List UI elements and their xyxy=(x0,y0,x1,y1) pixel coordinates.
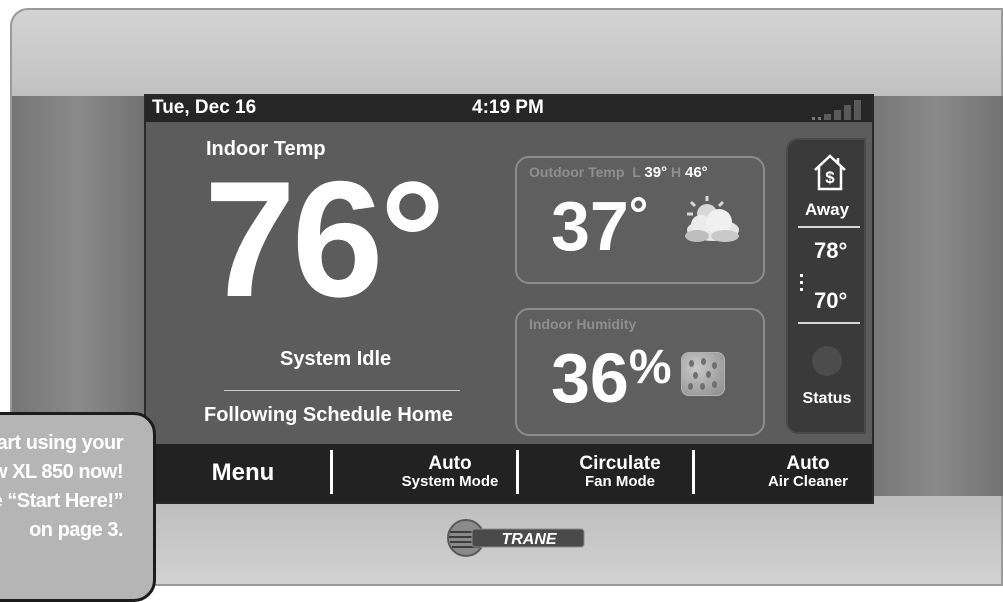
humidity-number: 36 xyxy=(551,339,629,417)
setpoint-dots xyxy=(800,274,803,295)
callout-line: w XL 850 now! xyxy=(0,461,124,483)
outdoor-temp-card[interactable]: Outdoor Temp L 39° H 46° 37° xyxy=(515,156,765,284)
house-dollar-icon[interactable]: $ xyxy=(812,152,848,192)
outdoor-high: 46° xyxy=(684,164,708,181)
heat-setpoint[interactable]: 70° xyxy=(814,288,847,314)
air-cleaner-button[interactable]: Auto Air Cleaner xyxy=(750,444,866,502)
outdoor-temp-title: Outdoor Temp L 39° H 46° xyxy=(529,164,708,181)
date-display: Tue, Dec 16 xyxy=(152,97,257,118)
outdoor-temp-number: 37 xyxy=(551,187,629,265)
thermostat-screen: Tue, Dec 16 4:19 PM Indoor Temp 76° Syst… xyxy=(144,94,874,504)
humidity-drops-icon xyxy=(681,352,725,396)
fan-mode-value: Circulate xyxy=(579,453,661,474)
bottom-bar-separator xyxy=(692,450,695,494)
humidity-value: 36% xyxy=(551,338,672,418)
away-mode-label[interactable]: Away xyxy=(788,200,866,220)
status-bar: Tue, Dec 16 4:19 PM xyxy=(146,96,872,122)
outdoor-temp-value: 37° xyxy=(551,186,648,266)
bottom-bar-separator xyxy=(516,450,519,494)
brand-name: TRANE xyxy=(501,531,557,548)
menu-button[interactable]: Menu xyxy=(168,444,318,502)
fan-mode-label: Fan Mode xyxy=(585,473,655,490)
bottom-bar-separator xyxy=(330,450,333,494)
sidebar-divider xyxy=(798,226,860,228)
callout-line: on page 3. xyxy=(29,519,123,541)
schedule-status[interactable]: Following Schedule Home xyxy=(204,404,453,427)
trane-logo: TRANE xyxy=(447,519,585,557)
status-label[interactable]: Status xyxy=(788,390,866,408)
bottom-bar: Menu Auto System Mode Circulate Fan Mode… xyxy=(146,444,872,502)
outdoor-degree: ° xyxy=(628,189,649,242)
air-cleaner-value: Auto xyxy=(786,453,830,474)
time-display: 4:19 PM xyxy=(472,97,544,118)
callout-line: art using your xyxy=(0,432,124,454)
system-mode-value: Auto xyxy=(428,453,472,474)
indoor-temp-value: 76° xyxy=(204,147,446,331)
right-bezel-panel xyxy=(870,96,1003,496)
start-here-callout: art using your w XL 850 now! e “Start He… xyxy=(0,412,156,602)
high-prefix: H xyxy=(670,164,682,180)
humidity-unit: % xyxy=(628,341,672,394)
low-prefix: L xyxy=(632,164,641,180)
air-cleaner-label: Air Cleaner xyxy=(767,473,849,490)
outdoor-low: 39° xyxy=(644,164,668,181)
system-mode-button[interactable]: Auto System Mode xyxy=(382,444,518,502)
signal-bars-icon xyxy=(812,100,866,120)
divider xyxy=(224,390,460,391)
sidebar-divider xyxy=(798,322,860,324)
outdoor-temp-label: Outdoor Temp xyxy=(529,164,625,180)
partly-cloudy-icon xyxy=(685,196,739,242)
main-area: Indoor Temp 76° System Idle Following Sc… xyxy=(146,122,872,444)
system-status[interactable]: System Idle xyxy=(280,348,391,371)
setpoint-sidebar: $ Away 78° 70° Status xyxy=(786,138,866,434)
indoor-humidity-card[interactable]: Indoor Humidity 36% xyxy=(515,308,765,436)
svg-text:$: $ xyxy=(825,168,835,187)
cool-setpoint[interactable]: 78° xyxy=(814,238,847,264)
fan-mode-button[interactable]: Circulate Fan Mode xyxy=(558,444,682,502)
callout-text: art using your w XL 850 now! e “Start He… xyxy=(0,429,129,545)
status-indicator-icon[interactable] xyxy=(812,346,842,376)
system-mode-label: System Mode xyxy=(401,473,499,490)
indoor-humidity-label: Indoor Humidity xyxy=(529,316,637,332)
callout-line: e “Start Here!” xyxy=(0,490,124,512)
